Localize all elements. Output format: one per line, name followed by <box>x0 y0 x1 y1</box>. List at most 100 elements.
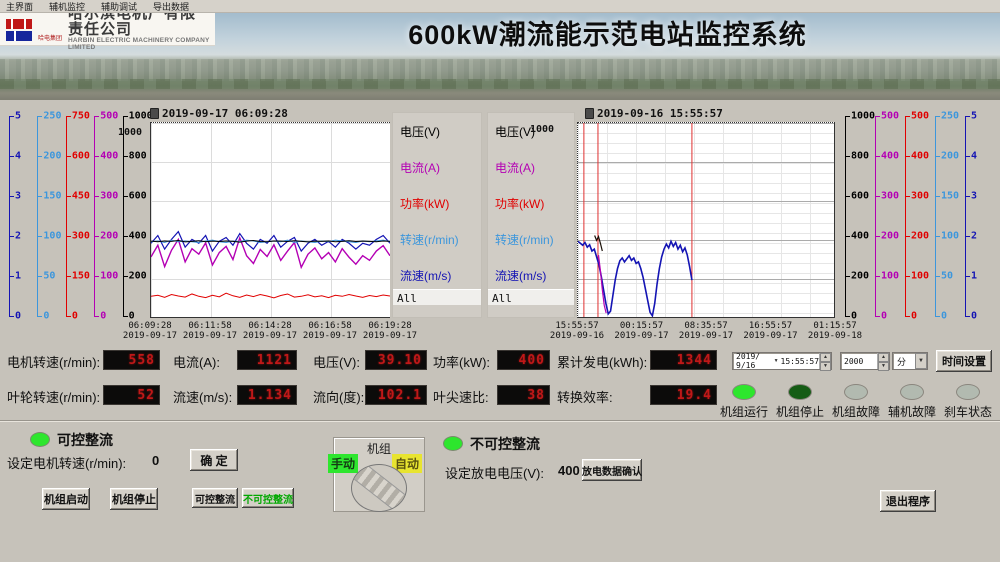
legend-item[interactable]: 电压(V) <box>400 123 440 140</box>
tree-line <box>0 79 1000 89</box>
confirm-button[interactable]: 确 定 <box>190 449 238 471</box>
menu-item[interactable]: 辅助调试 <box>101 0 137 13</box>
value-axis: 250200150100500 <box>34 116 62 316</box>
date-value: 2019/ 9/16 <box>736 352 772 370</box>
indicator-lamp <box>900 384 924 400</box>
readout-label: 功率(kW): <box>433 352 490 371</box>
right-plot-max-label: 1000 <box>530 124 554 135</box>
value-axis: 250200150100500 <box>932 116 962 316</box>
controlled-rectifier-label: 可控整流 <box>57 430 113 450</box>
company-name-cn: 哈尔滨电机厂有限责任公司 <box>68 13 211 38</box>
left-legend-all[interactable]: All <box>393 289 481 305</box>
time-spinner[interactable]: ▲▼ <box>819 353 831 369</box>
unit-dropdown-icon[interactable]: ▼ <box>915 353 927 369</box>
time-value: 15:55:57 <box>781 357 820 366</box>
right-legend-all[interactable]: All <box>488 289 574 305</box>
indicator-lamp <box>956 384 980 400</box>
menu-item[interactable]: 辅机监控 <box>49 0 85 13</box>
right-chart-timestamp: 2019-09-16 15:55:57 <box>585 107 723 120</box>
unit-start-button[interactable]: 机组启动 <box>42 488 90 510</box>
mode-knob[interactable] <box>351 464 407 512</box>
legend-item[interactable]: 功率(kW) <box>400 195 449 212</box>
app-window: 主界面 辅机监控 辅助调试 导出数据 600kW潮流能示范电站监控系统 哈电集团 哈尔… <box>0 0 1000 562</box>
legend-item[interactable]: 转速(r/min) <box>495 231 554 248</box>
left-chart-legend: All 电压(V) 电流(A) 功率(kW) 转速(r/min) 流速(m/s) <box>392 112 482 318</box>
indicator: 机组运行 <box>716 384 772 420</box>
legend-item[interactable]: 电压(V) <box>495 123 535 140</box>
timestamp-icon <box>150 108 159 119</box>
led-display: 400 <box>497 350 550 370</box>
readout-label: 叶轮转速(r/min): <box>7 387 100 406</box>
menu-item[interactable]: 主界面 <box>6 0 33 13</box>
set-discharge-label: 设定放电电压(V): <box>445 463 544 482</box>
set-speed-label: 设定电机转速(r/min): <box>7 453 126 472</box>
x-tick-label: 08:35:572019-09-17 <box>679 321 733 342</box>
datetime-picker[interactable]: 2019/ 9/16 ▼ 15:55:57 ▲▼ <box>732 352 832 370</box>
led-display: 102.1 <box>365 385 427 405</box>
value-axis: 543210 <box>962 116 992 316</box>
right-chart-plot[interactable] <box>577 122 835 318</box>
value-axis: 5004003002001000 <box>872 116 902 316</box>
legend-item[interactable]: 电流(A) <box>495 159 535 176</box>
legend-item[interactable]: 功率(kW) <box>495 195 544 212</box>
uncontrolled-rectifier-lamp <box>443 436 463 451</box>
date-dropdown-icon[interactable]: ▼ <box>774 358 779 364</box>
led-display: 39.10 <box>365 350 427 370</box>
value-axis: 5004003002001000 <box>902 116 932 316</box>
value-axis: 5004003002001000 <box>91 116 119 316</box>
interval-unit-select[interactable]: 分 ▼ <box>892 352 928 370</box>
set-discharge-value[interactable]: 400 <box>558 463 580 478</box>
legend-item[interactable]: 转速(r/min) <box>400 231 459 248</box>
value-axis: 7506004503001500 <box>63 116 91 316</box>
readout-label: 电压(V): <box>313 352 360 371</box>
left-chart-plot[interactable] <box>150 122 390 318</box>
discharge-confirm-button[interactable]: 放电数据确认 <box>582 459 642 481</box>
readout-label: 流向(度): <box>313 387 364 406</box>
left-chart-x-axis: 06:09:282019-09-1706:11:582019-09-1706:1… <box>150 321 390 343</box>
legend-item[interactable]: 流速(m/s) <box>495 267 546 284</box>
menu-item[interactable]: 导出数据 <box>153 0 189 13</box>
readout-label: 累计发电(kWh): <box>557 352 647 371</box>
x-tick-label: 06:19:282019-09-17 <box>363 321 417 342</box>
right-chart-axes: 1000800600400200050040030020010005004003… <box>842 116 992 316</box>
led-display: 52 <box>103 385 160 405</box>
controlled-rectifier-button[interactable]: 可控整流 <box>192 488 238 508</box>
indicator: 辅机故障 <box>884 384 940 420</box>
x-tick-label: 06:09:282019-09-17 <box>123 321 177 342</box>
indicator-label: 刹车状态 <box>940 403 996 420</box>
legend-item[interactable]: 电流(A) <box>400 159 440 176</box>
right-chart-x-axis: 15:55:572019-09-1600:15:572019-09-1708:3… <box>577 321 835 343</box>
x-tick-label: 06:14:282019-09-17 <box>243 321 297 342</box>
logo-caption: 哈电集团 <box>38 33 62 42</box>
company-logo-box: 哈电集团 哈尔滨电机厂有限责任公司 HARBIN ELECTRIC MACHIN… <box>0 13 215 46</box>
led-display: 558 <box>103 350 160 370</box>
value-axis: 543210 <box>6 116 34 316</box>
indicator-label: 机组故障 <box>828 403 884 420</box>
exit-button[interactable]: 退出程序 <box>880 490 936 512</box>
page-title: 600kW潮流能示范电站监控系统 <box>215 13 1000 52</box>
indicator-lamp <box>788 384 812 400</box>
legend-item[interactable]: 流速(m/s) <box>400 267 451 284</box>
indicator-lamp <box>732 384 756 400</box>
city-skyline <box>0 59 1000 81</box>
value-axis: 10008006004002000 <box>120 116 148 316</box>
menu-bar: 主界面 辅机监控 辅助调试 导出数据 <box>0 0 1000 13</box>
time-set-button[interactable]: 时间设置 <box>936 350 992 372</box>
indicator-label: 机组运行 <box>716 403 772 420</box>
x-tick-label: 16:55:572019-09-17 <box>743 321 797 342</box>
interval-input[interactable]: 2000 ▲▼ <box>840 352 890 370</box>
left-plot-max-label: 1000 <box>118 127 142 138</box>
led-display: 1121 <box>237 350 297 370</box>
readout-label: 电机转速(r/min): <box>7 352 100 371</box>
unit-mode-box: 机组 手动 自动 <box>333 437 425 512</box>
unit-stop-button[interactable]: 机组停止 <box>110 488 158 510</box>
x-tick-label: 00:15:572019-09-17 <box>614 321 668 342</box>
interval-spinner[interactable]: ▲▼ <box>877 353 889 369</box>
set-speed-value[interactable]: 0 <box>152 453 159 468</box>
header: 600kW潮流能示范电站监控系统 哈电集团 哈尔滨电机厂有限责任公司 HARBI… <box>0 13 1000 100</box>
uncontrolled-rectifier-button[interactable]: 不可控整流 <box>242 488 294 508</box>
controlled-rectifier-lamp <box>30 432 50 447</box>
x-tick-label: 06:16:582019-09-17 <box>303 321 357 342</box>
right-chart-legend: All 电压(V) 电流(A) 功率(kW) 转速(r/min) 流速(m/s) <box>487 112 575 318</box>
section-divider <box>0 420 1000 422</box>
